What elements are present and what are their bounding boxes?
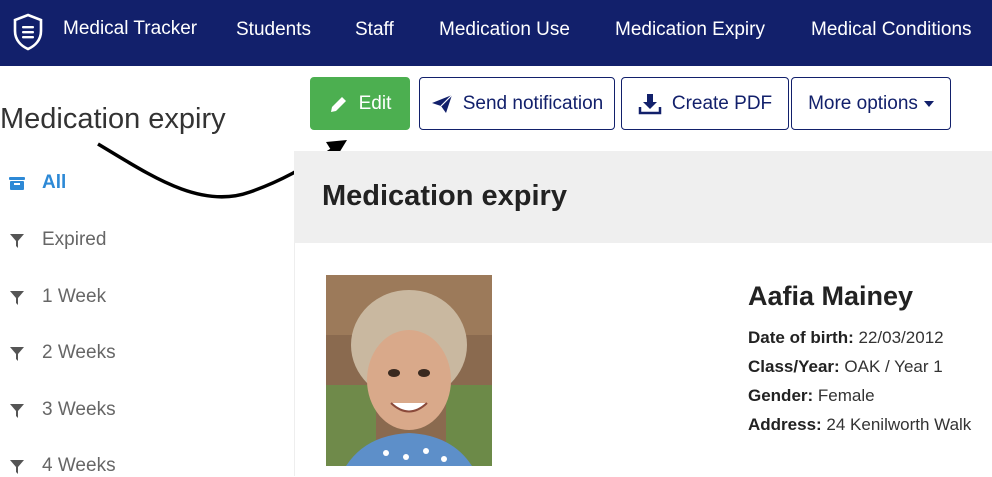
- nav-link-medication-expiry[interactable]: Medication Expiry: [615, 19, 765, 41]
- detail-class: Class/Year: OAK / Year 1: [748, 357, 943, 377]
- sidebar-item-2-weeks[interactable]: 2 Weeks: [8, 342, 116, 364]
- sidebar-item-label: 4 Weeks: [42, 455, 116, 476]
- top-navbar: Medical Tracker Students Staff Medicatio…: [0, 0, 992, 66]
- nav-link-medical-conditions[interactable]: Medical Conditions: [811, 19, 972, 41]
- download-icon: [638, 93, 662, 114]
- dob-label: Date of birth:: [748, 328, 854, 347]
- class-label: Class/Year:: [748, 357, 840, 376]
- more-options-label: More options: [808, 92, 918, 114]
- brand-title[interactable]: Medical Tracker: [63, 18, 197, 40]
- address-label: Address:: [748, 415, 822, 434]
- sidebar-item-label: 1 Week: [42, 286, 107, 307]
- pencil-icon: [330, 96, 346, 112]
- shield-logo-icon[interactable]: [12, 13, 44, 51]
- filter-icon: [10, 460, 24, 474]
- dob-value: 22/03/2012: [858, 328, 944, 347]
- create-pdf-label: Create PDF: [671, 92, 773, 114]
- send-notification-button[interactable]: Send notification: [419, 77, 615, 130]
- more-options-dropdown[interactable]: More options: [791, 77, 951, 130]
- sidebar-item-label: Expired: [42, 229, 107, 250]
- filter-icon: [10, 404, 24, 418]
- student-name: Aafia Mainey: [748, 281, 914, 311]
- filter-icon: [10, 234, 24, 248]
- nav-link-students[interactable]: Students: [236, 19, 311, 41]
- edit-button-label: Edit: [358, 92, 392, 114]
- inbox-icon: [9, 177, 25, 190]
- sidebar-item-expired[interactable]: Expired: [8, 229, 106, 251]
- gender-value: Female: [817, 386, 875, 405]
- detail-address: Address: 24 Kenilworth Walk: [748, 415, 971, 435]
- caret-down-icon: [923, 100, 934, 107]
- nav-link-staff[interactable]: Staff: [355, 19, 394, 41]
- student-photo: [326, 275, 492, 466]
- panel-title: Medication expiry: [322, 180, 567, 212]
- sidebar-item-label: All: [42, 172, 67, 193]
- sidebar-item-all[interactable]: All: [8, 172, 66, 194]
- nav-link-medication-use[interactable]: Medication Use: [439, 19, 570, 41]
- sidebar-item-4-weeks[interactable]: 4 Weeks: [8, 455, 116, 477]
- gender-label: Gender:: [748, 386, 814, 405]
- edit-button[interactable]: Edit: [310, 77, 410, 130]
- sidebar-item-1-week[interactable]: 1 Week: [8, 286, 106, 308]
- sidebar-item-3-weeks[interactable]: 3 Weeks: [8, 399, 116, 421]
- create-pdf-button[interactable]: Create PDF: [621, 77, 789, 130]
- paper-plane-icon: [431, 94, 453, 113]
- sidebar-item-label: 3 Weeks: [42, 399, 116, 420]
- address-value: 24 Kenilworth Walk: [826, 415, 972, 434]
- sidebar-item-label: 2 Weeks: [42, 342, 116, 363]
- class-value: OAK / Year 1: [844, 357, 943, 376]
- filter-icon: [10, 291, 24, 305]
- detail-gender: Gender: Female: [748, 386, 875, 406]
- filter-icon: [10, 347, 24, 361]
- detail-dob: Date of birth: 22/03/2012: [748, 328, 944, 348]
- send-notification-label: Send notification: [462, 92, 604, 114]
